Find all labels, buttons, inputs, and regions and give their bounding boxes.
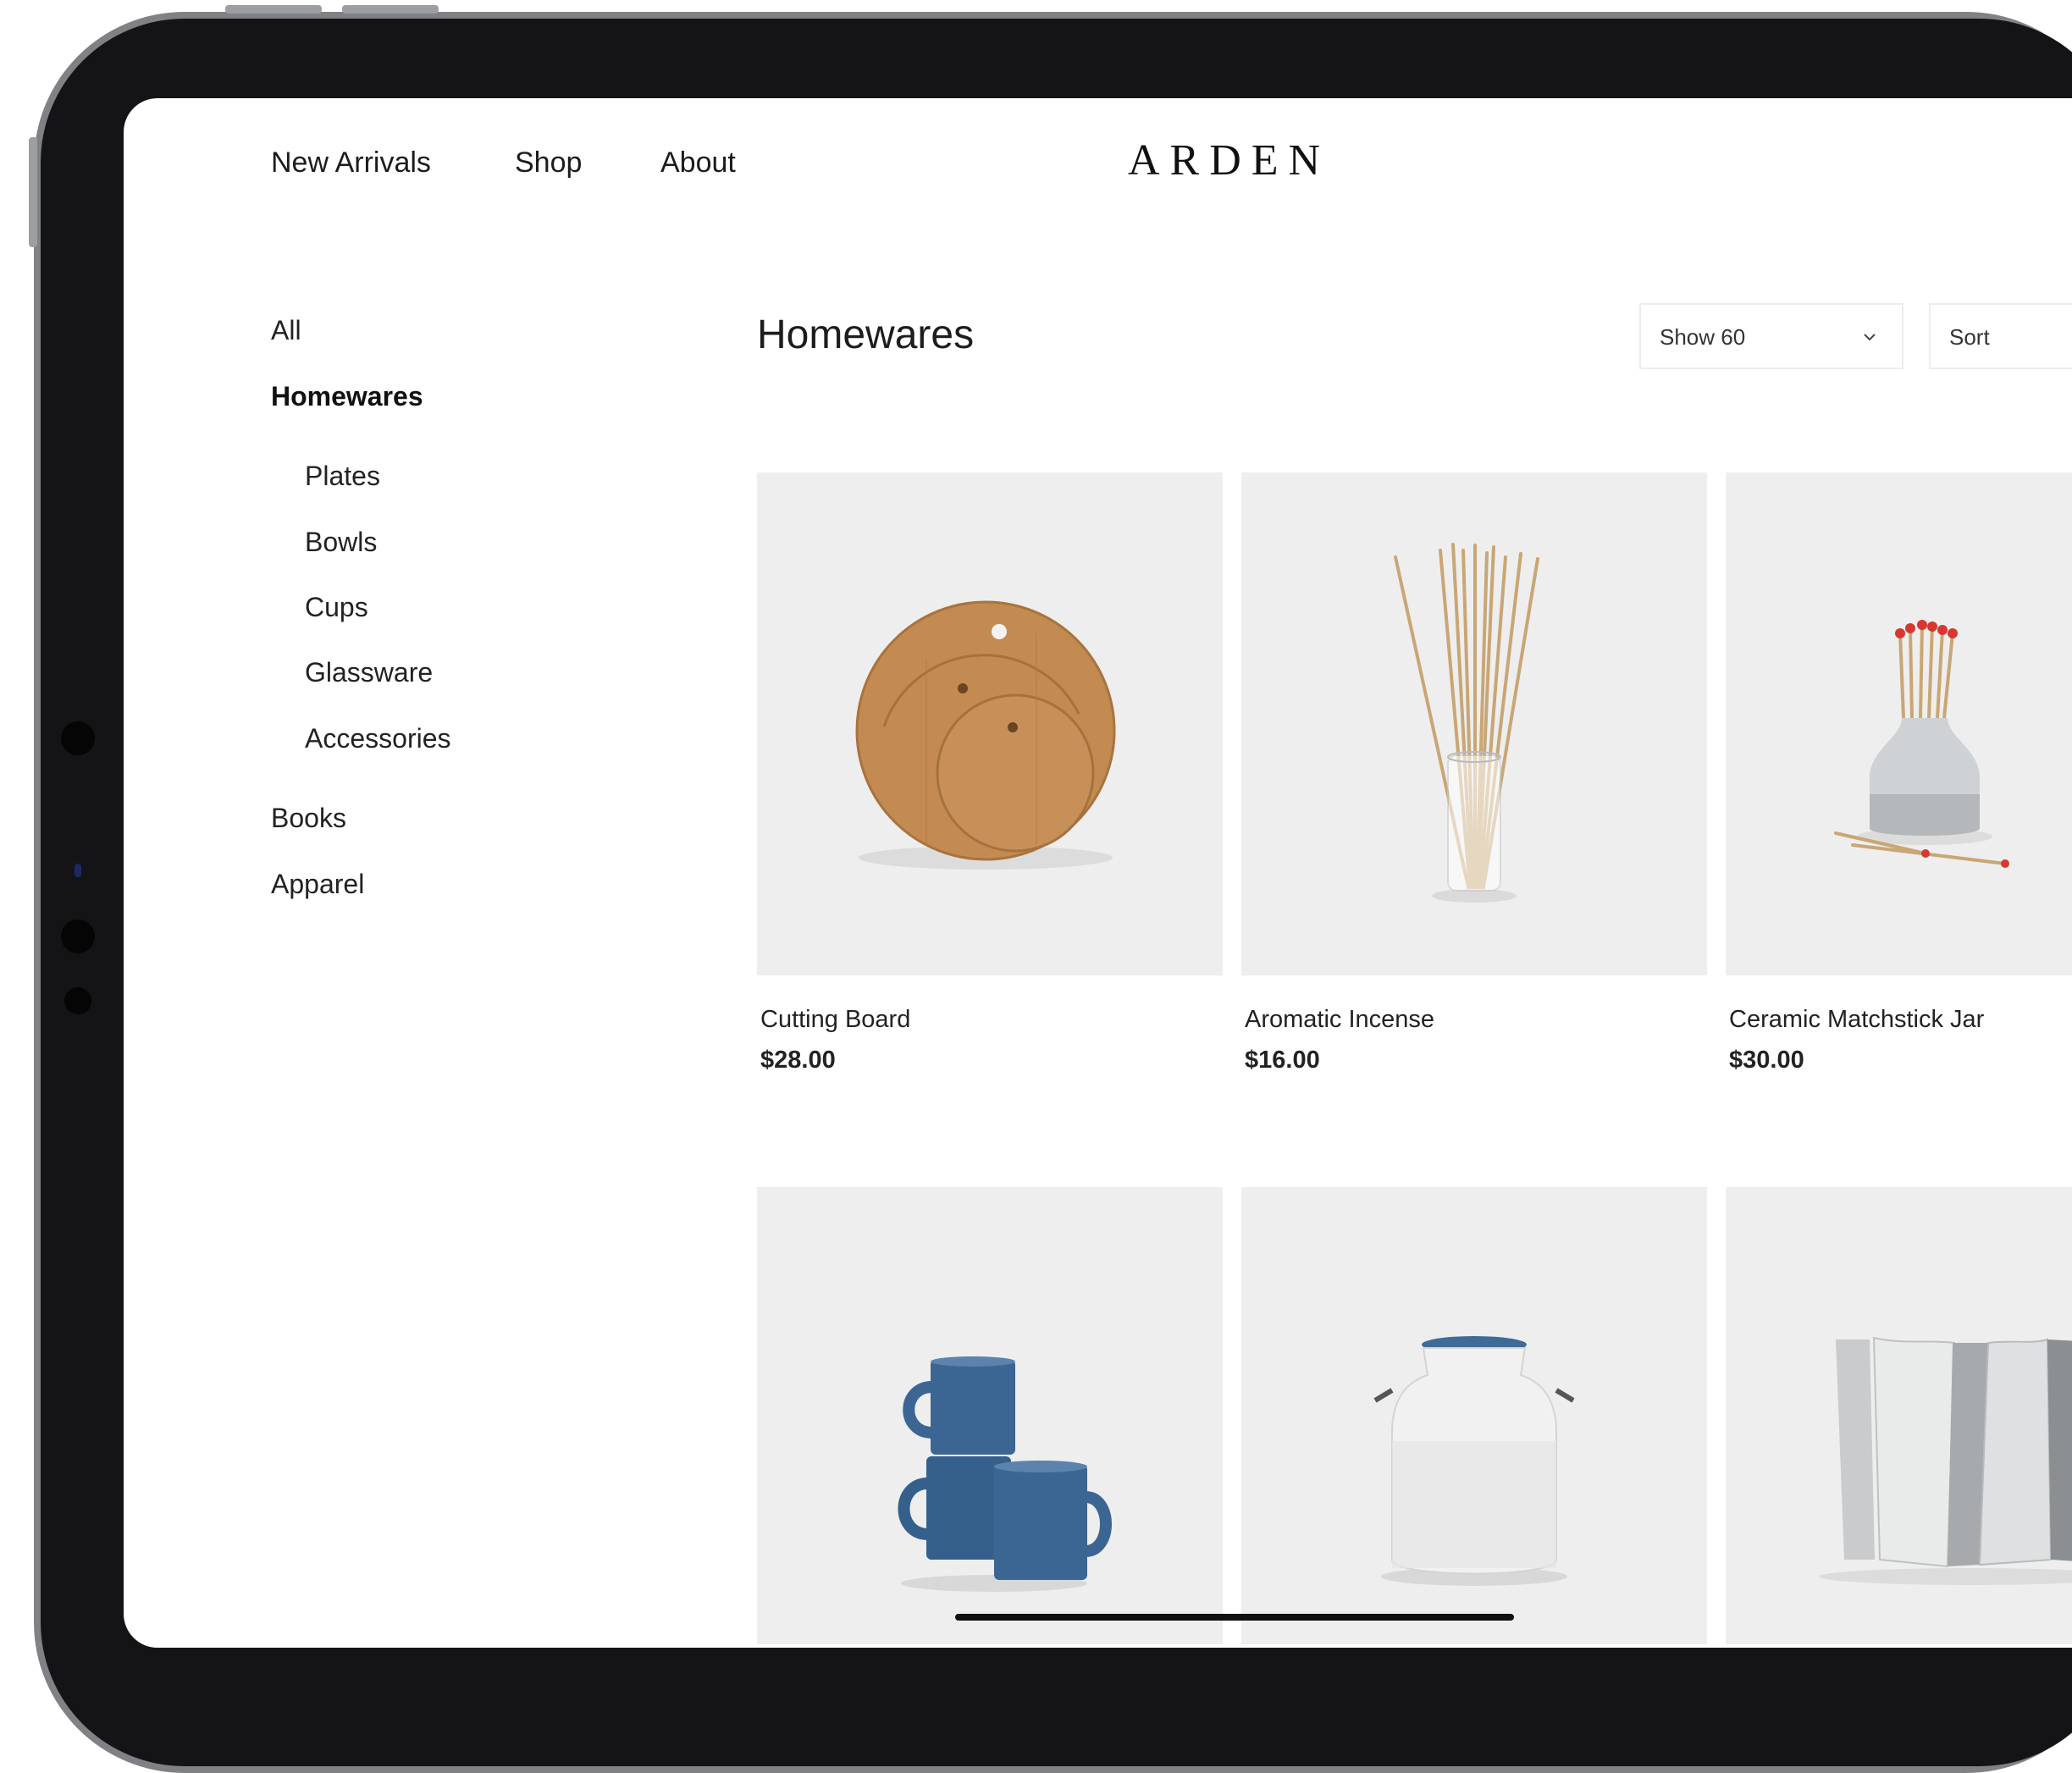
sort-select[interactable]: Sort [1929,303,2072,369]
product-name[interactable]: Cutting Board [760,1002,910,1036]
sidebar-item-apparel[interactable]: Apparel [271,865,364,903]
camera-lens [75,864,81,877]
sidebar-item-cups[interactable]: Cups [305,588,368,626]
page-title: Homewares [757,312,975,357]
sort-value: Sort [1949,324,1990,350]
product-image[interactable] [757,1187,1223,1644]
volume-button [342,5,439,14]
home-indicator[interactable] [955,1614,1514,1621]
show-count-value: Show 60 [1660,324,1746,350]
product-image[interactable] [1726,1187,2072,1644]
sidebar-item-all[interactable]: All [271,312,301,349]
sensor-dot [61,721,95,755]
product-image[interactable] [1726,472,2072,975]
product-name[interactable]: Aromatic Incense [1245,1002,1434,1036]
sidebar-item-glassware[interactable]: Glassware [305,654,433,691]
incense-icon [1394,543,1539,903]
milk-jug-icon [1373,1336,1575,1586]
brand-logo[interactable]: ARDEN [1128,135,1330,186]
sensor-dot [61,920,95,953]
cutting-board-icon [855,600,1116,870]
nav-link-about[interactable]: About [660,142,736,183]
show-count-select[interactable]: Show 60 [1639,303,1903,369]
nav-link-new-arrivals[interactable]: New Arrivals [271,142,431,183]
product-price: $30.00 [1729,1047,1804,1074]
volume-button [225,5,322,14]
sidebar-item-bowls[interactable]: Bowls [305,523,377,561]
product-image[interactable] [1241,1187,1707,1644]
power-button [29,137,37,247]
sensor-dot [64,987,91,1014]
sidebar-item-homewares[interactable]: Homewares [271,378,423,415]
matchstick-jar-icon [1834,620,2009,868]
product-price: $16.00 [1245,1047,1320,1074]
product-price: $28.00 [760,1047,836,1074]
product-image[interactable] [757,472,1223,975]
product-image[interactable] [1241,472,1707,975]
tablet-screen: New Arrivals Shop About ARDEN All Homewa… [124,98,2072,1648]
glass-vase-icon [1819,1336,2072,1585]
enamel-mugs-icon [898,1356,1112,1592]
product-name[interactable]: Ceramic Matchstick Jar [1729,1002,1984,1036]
sidebar-item-accessories[interactable]: Accessories [305,720,451,757]
sidebar-item-books[interactable]: Books [271,799,346,837]
sidebar-item-plates[interactable]: Plates [305,457,380,494]
chevron-down-icon [1864,334,1876,341]
nav-link-shop[interactable]: Shop [515,142,582,183]
